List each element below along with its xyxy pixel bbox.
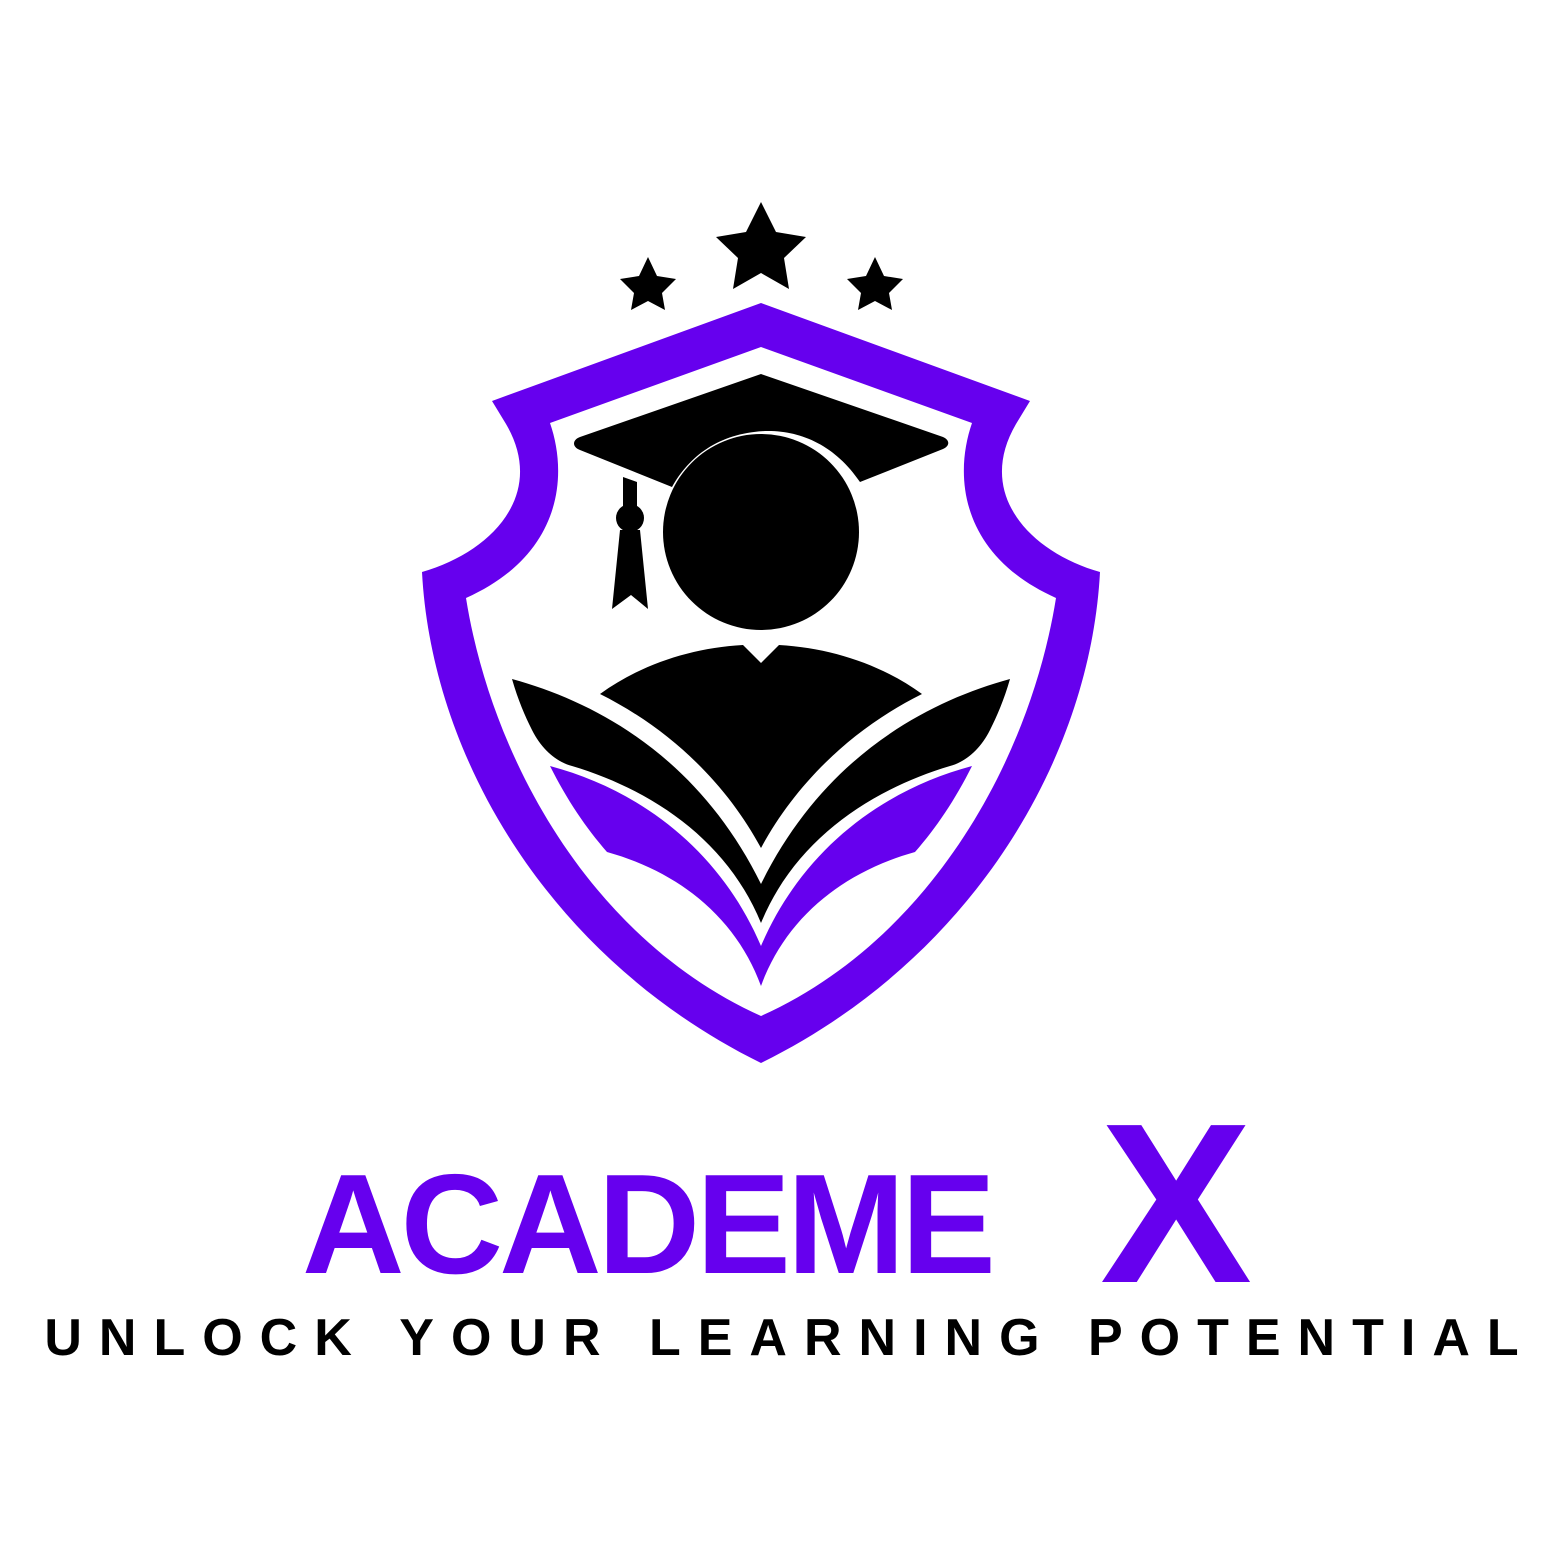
tassel-icon [612, 477, 648, 609]
brand-name: ACADEME X [0, 1090, 1563, 1318]
star-icon [620, 257, 676, 310]
brand-name-x: X [1100, 1077, 1253, 1331]
student-head-icon [663, 434, 859, 630]
tagline: UNLOCK YOUR LEARNING POTENTIAL [44, 1309, 1536, 1367]
star-icon [847, 257, 903, 310]
star-icon [716, 202, 806, 289]
stars-group [620, 202, 903, 310]
brand-name-main: ACADEME [302, 1145, 996, 1304]
